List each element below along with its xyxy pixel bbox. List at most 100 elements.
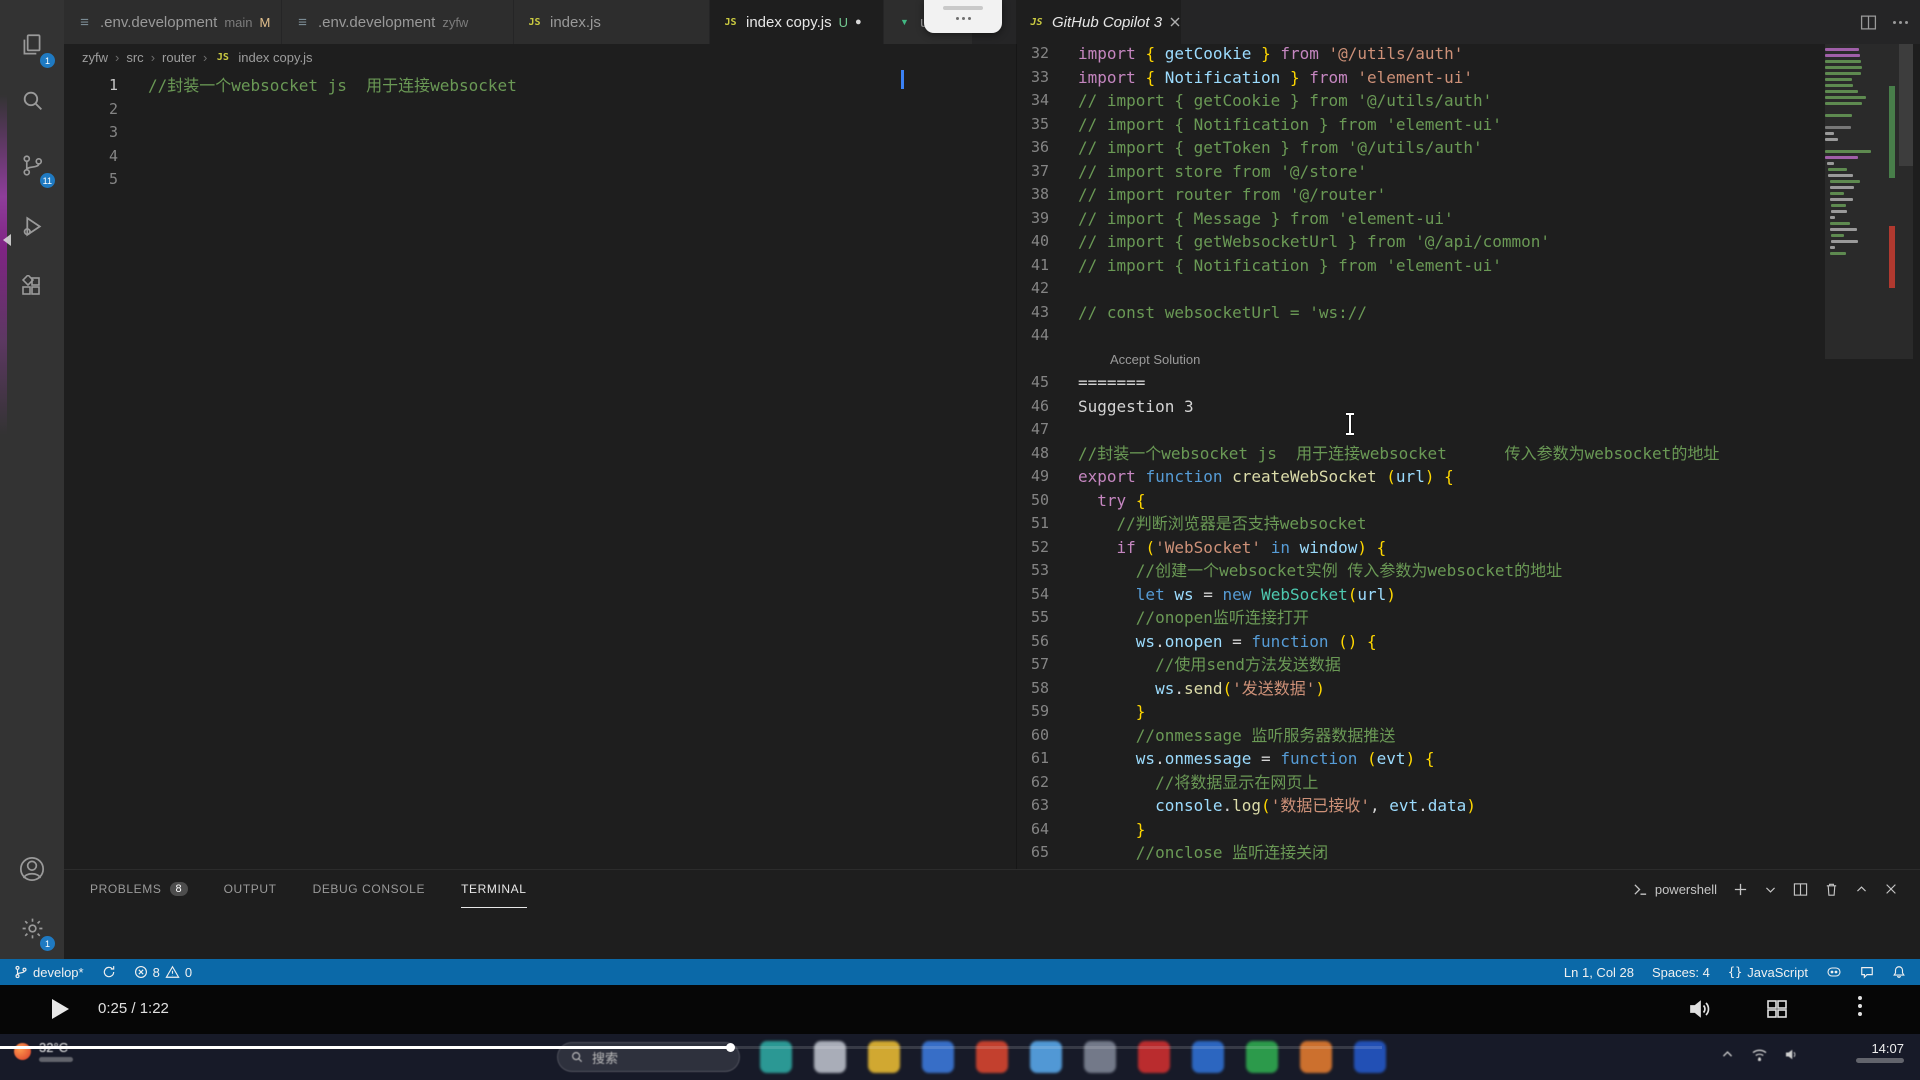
notifications-bell-icon[interactable] — [1892, 965, 1906, 979]
code-line[interactable]: 1//封装一个websocket js 用于连接websocket — [64, 74, 1016, 98]
code-line[interactable]: 41// import { Notification } from 'eleme… — [1017, 254, 1920, 278]
code-line[interactable]: 42 — [1017, 277, 1920, 301]
tab-desc: zyfw — [442, 15, 468, 30]
code-line[interactable]: 52 if ('WebSocket' in window) { — [1017, 536, 1920, 560]
split-terminal-icon[interactable] — [1793, 882, 1808, 897]
code-line[interactable]: 65 //onclose 监听连接关闭 — [1017, 841, 1920, 865]
code-line[interactable]: 61 ws.onmessage = function (evt) { — [1017, 747, 1920, 771]
edge-collapse-arrow-icon[interactable] — [3, 234, 11, 246]
play-button[interactable] — [52, 999, 69, 1019]
breadcrumb-file[interactable]: index copy.js — [238, 50, 312, 65]
copilot-status-icon[interactable] — [1826, 965, 1842, 979]
weather-widget[interactable]: 32°C — [14, 1040, 73, 1062]
explorer-icon[interactable]: 1 — [0, 19, 64, 71]
settings-gear-icon[interactable]: 1 — [0, 902, 64, 954]
code-line[interactable]: 63 console.log('数据已接收', evt.data) — [1017, 794, 1920, 818]
minimap[interactable] — [1825, 48, 1887, 258]
code-line[interactable]: 43// const websocketUrl = 'ws:// — [1017, 301, 1920, 325]
code-line[interactable]: 38// import router from '@/router' — [1017, 183, 1920, 207]
indentation-setting[interactable]: Spaces: 4 — [1652, 965, 1710, 980]
code-line[interactable]: 44 — [1017, 324, 1920, 348]
code-line[interactable]: 59 } — [1017, 700, 1920, 724]
code-line[interactable]: 57 //使用send方法发送数据 — [1017, 653, 1920, 677]
more-options-icon[interactable] — [924, 17, 1002, 20]
code-line[interactable]: 60 //onmessage 监听服务器数据推送 — [1017, 724, 1920, 748]
code-line[interactable]: 5 — [64, 168, 1016, 192]
code-line[interactable]: 50 try { — [1017, 489, 1920, 513]
codelens-accept-solution[interactable]: Accept Solution — [1110, 348, 1200, 372]
drag-handle — [943, 6, 983, 10]
video-seek-bar[interactable] — [0, 1046, 1920, 1049]
panel-tab-terminal[interactable]: TERMINAL — [461, 870, 526, 908]
code-line[interactable]: 36// import { getToken } from '@/utils/a… — [1017, 136, 1920, 160]
code-line[interactable]: 48//封装一个websocket js 用于连接websocket 传入参数为… — [1017, 442, 1920, 466]
chevron-down-icon[interactable] — [1764, 883, 1777, 896]
accounts-icon[interactable] — [0, 843, 64, 895]
feedback-icon[interactable] — [1860, 965, 1874, 979]
date-blur — [1856, 1058, 1904, 1063]
code-line[interactable]: 64 } — [1017, 818, 1920, 842]
vertical-scrollbar[interactable] — [1899, 44, 1913, 166]
system-tray[interactable] — [1721, 1048, 1800, 1061]
panel-tab-problems[interactable]: PROBLEMS 8 — [90, 870, 188, 908]
code-line[interactable]: 35// import { Notification } from 'eleme… — [1017, 113, 1920, 137]
taskbar-clock[interactable]: 14:07 — [1856, 1041, 1904, 1063]
panel-tab-debug-console[interactable]: DEBUG CONSOLE — [313, 870, 426, 908]
code-line[interactable]: 56 ws.onopen = function () { — [1017, 630, 1920, 654]
code-line[interactable]: 46Suggestion 3 — [1017, 395, 1920, 419]
cursor-position[interactable]: Ln 1, Col 28 — [1564, 965, 1634, 980]
miniplayer-icon[interactable] — [1766, 998, 1788, 1020]
breadcrumb-item[interactable]: src — [126, 50, 143, 65]
editor-left-pane[interactable]: 1//封装一个websocket js 用于连接websocket2345 — [64, 70, 1016, 869]
chevron-up-icon[interactable] — [1855, 883, 1868, 896]
source-control-icon[interactable]: 11 — [0, 139, 64, 191]
code-line[interactable]: 58 ws.send('发送数据') — [1017, 677, 1920, 701]
code-line[interactable]: 49export function createWebSocket (url) … — [1017, 465, 1920, 489]
extensions-icon[interactable] — [0, 261, 64, 313]
code-line[interactable]: 39// import { Message } from 'element-ui… — [1017, 207, 1920, 231]
new-terminal-icon[interactable] — [1733, 882, 1748, 897]
terminal-shell-selector[interactable]: powershell — [1633, 882, 1717, 897]
search-icon — [570, 1050, 584, 1064]
breadcrumb-item[interactable]: router — [162, 50, 196, 65]
code-line[interactable]: 40// import { getWebsocketUrl } from '@/… — [1017, 230, 1920, 254]
code-line[interactable]: 2 — [64, 98, 1016, 122]
editor-right-pane-copilot[interactable]: 32import { getCookie } from '@/utils/aut… — [1016, 44, 1920, 869]
code-line[interactable]: 54 let ws = new WebSocket(url) — [1017, 583, 1920, 607]
floating-mini-window[interactable] — [924, 0, 1002, 33]
tab-env-development-zyfw[interactable]: ≡ .env.development zyfw — [282, 0, 514, 44]
more-actions-icon[interactable] — [1893, 21, 1908, 24]
language-mode[interactable]: {} JavaScript — [1728, 965, 1808, 980]
code-line[interactable]: 53 //创建一个websocket实例 传入参数为websocket的地址 — [1017, 559, 1920, 583]
kebab-menu-icon[interactable] — [1858, 996, 1862, 1016]
code-line[interactable]: 3 — [64, 121, 1016, 145]
sync-indicator[interactable] — [102, 965, 116, 979]
tab-env-development-main[interactable]: ≡ .env.development main M — [64, 0, 282, 44]
code-line[interactable]: 62 //将数据显示在网页上 — [1017, 771, 1920, 795]
code-line[interactable]: 47 — [1017, 418, 1920, 442]
code-line[interactable]: 55 //onopen监听连接打开 — [1017, 606, 1920, 630]
code-line[interactable]: 33import { Notification } from 'element-… — [1017, 66, 1920, 90]
code-line[interactable]: 4 — [64, 145, 1016, 169]
line-number: 4 — [64, 145, 118, 169]
tab-github-copilot[interactable]: JS GitHub Copilot 3 — [1016, 0, 1182, 44]
problems-indicator[interactable]: 8 0 — [134, 965, 192, 980]
code-line[interactable]: 51 //判断浏览器是否支持websocket — [1017, 512, 1920, 536]
split-editor-icon[interactable] — [1860, 14, 1877, 31]
tab-index-copy-js[interactable]: JS index copy.js U ● — [710, 0, 884, 44]
volume-icon[interactable] — [1688, 998, 1712, 1020]
breadcrumb-item[interactable]: zyfw — [82, 50, 108, 65]
tab-index-js[interactable]: JS index.js — [514, 0, 710, 44]
seek-knob[interactable] — [726, 1043, 735, 1052]
code-line[interactable]: 37// import store from '@/store' — [1017, 160, 1920, 184]
close-panel-icon[interactable] — [1884, 882, 1898, 896]
trash-icon[interactable] — [1824, 882, 1839, 897]
code-line[interactable]: 45======= — [1017, 371, 1920, 395]
line-number: 3 — [64, 121, 118, 145]
panel-tab-output[interactable]: OUTPUT — [224, 870, 277, 908]
git-branch-indicator[interactable]: develop* — [14, 965, 84, 980]
search-icon[interactable] — [0, 74, 64, 126]
code-line[interactable]: 32import { getCookie } from '@/utils/aut… — [1017, 44, 1920, 66]
close-icon[interactable] — [1169, 16, 1181, 28]
code-line[interactable]: 34// import { getCookie } from '@/utils/… — [1017, 89, 1920, 113]
